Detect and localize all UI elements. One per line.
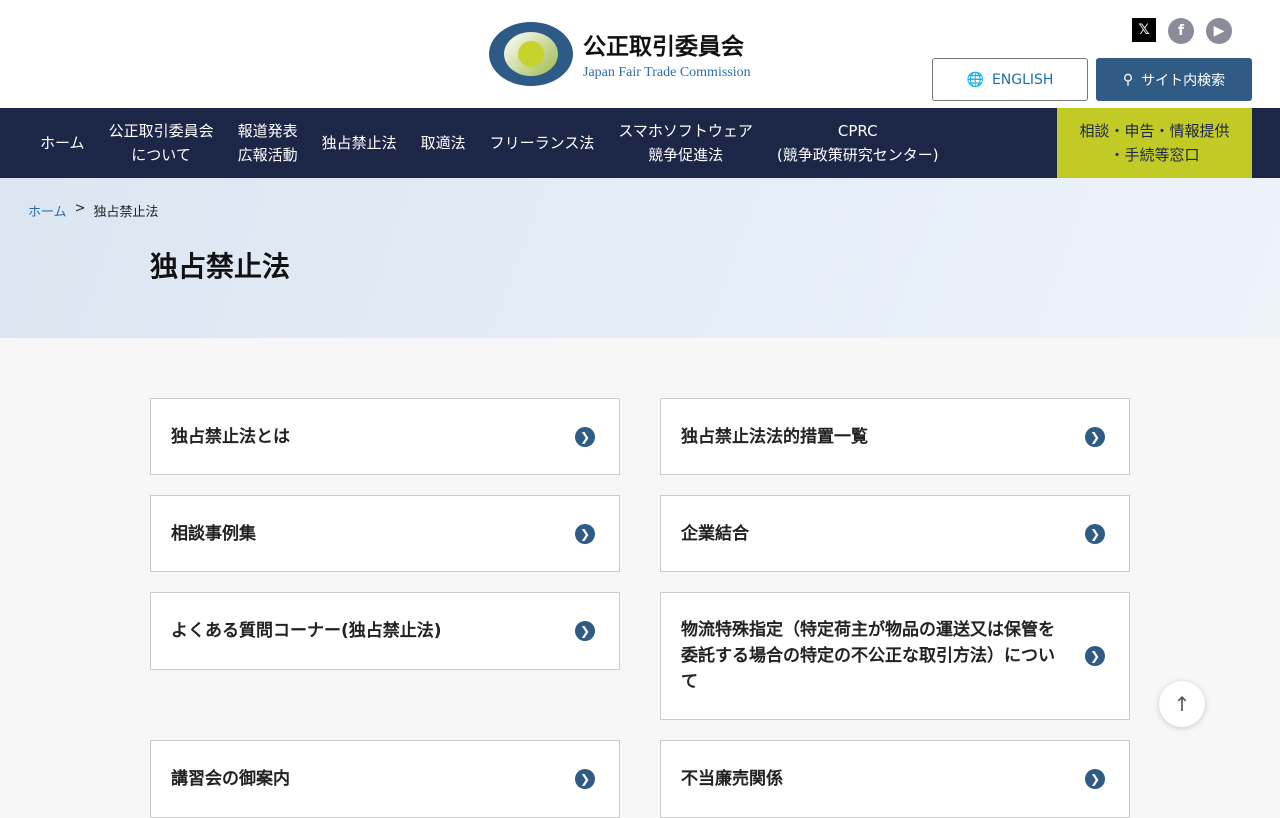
page-hero: ホーム > 独占禁止法 独占禁止法 bbox=[0, 178, 1280, 338]
arrow-up-icon: ↑ bbox=[1173, 692, 1191, 716]
nav-cprc[interactable]: CPRC (競争政策研究センター) bbox=[765, 119, 951, 167]
card-label: よくある質問コーナー(独占禁止法) bbox=[171, 621, 442, 641]
card-label: 企業結合 bbox=[681, 523, 749, 544]
chevron-right-icon: ❯ bbox=[575, 523, 595, 544]
chevron-right-icon: ❯ bbox=[575, 621, 595, 641]
facebook-icon[interactable]: f bbox=[1168, 18, 1194, 44]
card-label: 講習会の御案内 bbox=[171, 769, 290, 789]
nav-home[interactable]: ホーム bbox=[28, 131, 97, 155]
chevron-right-icon: ❯ bbox=[1085, 523, 1105, 544]
link-card[interactable]: 相談事例集 ❯ bbox=[150, 495, 620, 572]
breadcrumb: ホーム > 独占禁止法 bbox=[28, 201, 159, 220]
english-label: ENGLISH bbox=[991, 71, 1054, 88]
card-label: 不当廉売関係 bbox=[681, 769, 783, 789]
x-icon[interactable]: 𝕏 bbox=[1132, 18, 1156, 42]
nav-about[interactable]: 公正取引委員会 について bbox=[97, 119, 226, 167]
nav-press[interactable]: 報道発表 広報活動 bbox=[226, 119, 310, 167]
site-search-button[interactable]: ⚲ サイト内検索 bbox=[1096, 58, 1252, 101]
card-label: 独占禁止法法的措置一覧 bbox=[681, 426, 868, 447]
nav-antimonopoly[interactable]: 独占禁止法 bbox=[310, 131, 409, 155]
link-card[interactable]: 企業結合 ❯ bbox=[660, 495, 1130, 572]
card-label: 物流特殊指定（特定荷主が物品の運送又は保管を委託する場合の特定の不公正な取引方法… bbox=[681, 620, 1055, 692]
nav-smartphone[interactable]: スマホソフトウェア 競争促進法 bbox=[606, 119, 765, 167]
nav-consultation[interactable]: 相談・申告・情報提供 ・手続等窓口 bbox=[1057, 108, 1252, 178]
nav-freelance[interactable]: フリーランス法 bbox=[478, 131, 607, 155]
social-links: 𝕏 f ▶ bbox=[1132, 18, 1232, 44]
chevron-right-icon: ❯ bbox=[575, 769, 595, 789]
link-card[interactable]: 講習会の御案内 ❯ bbox=[150, 740, 620, 818]
card-label: 相談事例集 bbox=[171, 523, 256, 544]
logo-title: 公正取引委員会 bbox=[583, 34, 744, 60]
youtube-icon[interactable]: ▶ bbox=[1206, 18, 1232, 44]
search-icon: ⚲ bbox=[1122, 71, 1134, 88]
site-header: 公正取引委員会 Japan Fair Trade Commission 𝕏 f … bbox=[0, 0, 1280, 108]
globe-icon: 🌐 bbox=[966, 71, 984, 88]
site-logo[interactable]: 公正取引委員会 Japan Fair Trade Commission bbox=[489, 22, 751, 86]
back-to-top-button[interactable]: ↑ bbox=[1159, 681, 1205, 727]
link-card[interactable]: よくある質問コーナー(独占禁止法) ❯ bbox=[150, 592, 620, 670]
breadcrumb-separator: > bbox=[74, 201, 86, 216]
chevron-right-icon: ❯ bbox=[575, 426, 595, 447]
link-card[interactable]: 独占禁止法法的措置一覧 ❯ bbox=[660, 398, 1130, 475]
jftc-emblem-icon bbox=[489, 22, 573, 86]
search-label: サイト内検索 bbox=[1141, 72, 1226, 89]
page-title: 独占禁止法 bbox=[150, 250, 291, 283]
card-label: 独占禁止法とは bbox=[171, 426, 290, 447]
link-card[interactable]: 独占禁止法とは ❯ bbox=[150, 398, 620, 475]
chevron-right-icon: ❯ bbox=[1085, 769, 1105, 789]
chevron-right-icon: ❯ bbox=[1085, 646, 1105, 666]
breadcrumb-current: 独占禁止法 bbox=[93, 205, 159, 220]
link-card[interactable]: 物流特殊指定（特定荷主が物品の運送又は保管を委託する場合の特定の不公正な取引方法… bbox=[660, 592, 1130, 720]
global-nav: ホーム 公正取引委員会 について 報道発表 広報活動 独占禁止法 取適法 フリー… bbox=[0, 108, 1280, 178]
link-card[interactable]: 不当廉売関係 ❯ bbox=[660, 740, 1130, 818]
logo-subtitle: Japan Fair Trade Commission bbox=[583, 65, 751, 80]
english-button[interactable]: 🌐 ENGLISH bbox=[932, 58, 1088, 101]
chevron-right-icon: ❯ bbox=[1085, 426, 1105, 447]
nav-subcontract[interactable]: 取適法 bbox=[409, 131, 478, 155]
breadcrumb-home[interactable]: ホーム bbox=[28, 201, 67, 220]
